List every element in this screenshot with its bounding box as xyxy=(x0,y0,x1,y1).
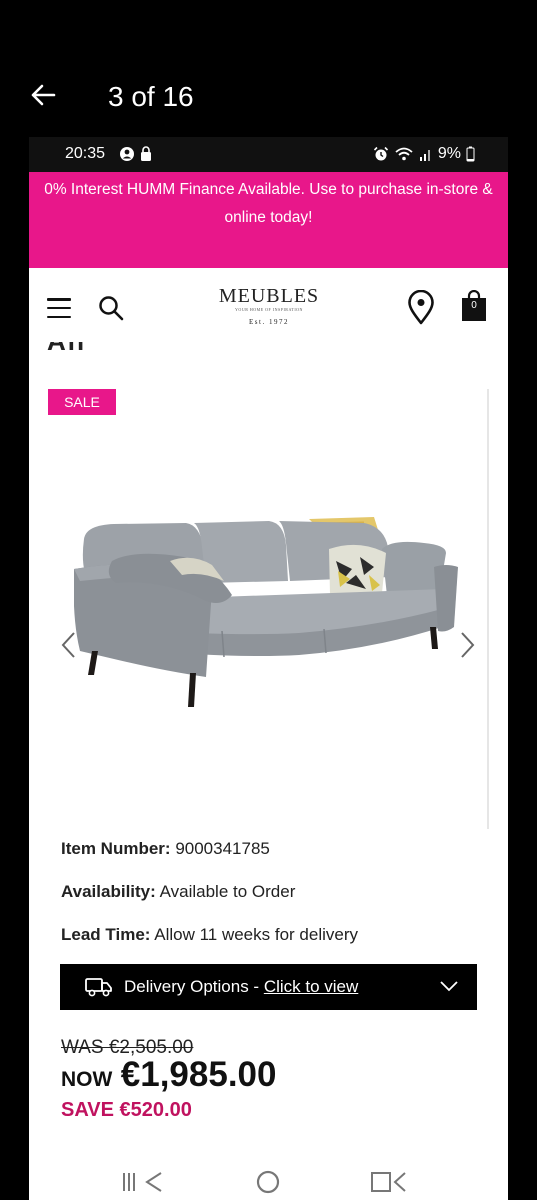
now-price-row: NOW €1,985.00 xyxy=(61,1055,277,1095)
wifi-icon xyxy=(395,147,413,161)
gallery-divider xyxy=(487,389,489,829)
shopping-bag-icon[interactable]: 0 xyxy=(461,289,487,322)
sale-badge: SALE xyxy=(48,389,116,415)
product-details: Item Number: 9000341785 Availability: Av… xyxy=(61,837,358,966)
brand-logo[interactable]: MEUBLES YOUR HOME OF INSPIRATION Est. 19… xyxy=(214,285,324,326)
home-icon[interactable] xyxy=(254,1169,282,1197)
cart-count: 0 xyxy=(471,300,477,311)
delivery-click-to-view-link[interactable]: Click to view xyxy=(264,977,358,996)
site-header: MEUBLES YOUR HOME OF INSPIRATION Est. 19… xyxy=(29,268,508,348)
signal-icon xyxy=(419,150,430,161)
chevron-down-icon[interactable] xyxy=(439,978,459,994)
battery-icon xyxy=(466,146,475,162)
phone-screen: 20:35 9% 0% Interest HUMM Finance Availa… xyxy=(29,137,508,1200)
product-title-partial: All Fabrics xyxy=(47,342,197,356)
detail-row-lead-time: Lead Time: Allow 11 weeks for delivery xyxy=(61,925,359,944)
menu-icon[interactable] xyxy=(47,298,71,318)
lock-icon xyxy=(141,146,151,161)
arrow-left-icon[interactable] xyxy=(28,80,58,110)
delivery-options-label: Delivery Options - xyxy=(124,977,264,996)
status-bar: 20:35 9% xyxy=(29,137,508,172)
promo-banner[interactable]: 0% Interest HUMM Finance Available. Use … xyxy=(29,172,508,268)
viewer-top-bar: 3 of 16 xyxy=(0,0,537,137)
now-label: NOW xyxy=(61,1068,113,1091)
recent-apps-icon[interactable] xyxy=(121,1169,165,1195)
detail-row-availability: Availability: Available to Order xyxy=(61,882,296,901)
truck-icon xyxy=(85,978,112,997)
logo-name: MEUBLES xyxy=(218,285,320,307)
detail-row-item-number: Item Number: 9000341785 xyxy=(61,839,270,858)
location-pin-icon[interactable] xyxy=(406,290,436,326)
alarm-icon xyxy=(373,146,388,161)
product-image[interactable] xyxy=(74,509,464,739)
delivery-options-button[interactable]: Delivery Options - Click to view xyxy=(60,964,477,1010)
back-icon[interactable] xyxy=(369,1169,409,1195)
logo-tagline: YOUR HOME OF INSPIRATION xyxy=(235,307,303,312)
system-nav-bar xyxy=(29,1147,508,1200)
save-amount: SAVE €520.00 xyxy=(61,1099,192,1121)
now-price: €1,985.00 xyxy=(120,1055,277,1094)
account-icon xyxy=(120,147,134,161)
logo-est: Est. 1972 xyxy=(249,318,289,326)
search-icon[interactable] xyxy=(97,294,125,322)
battery-percent: 9% xyxy=(437,145,461,162)
status-time: 20:35 xyxy=(65,145,106,162)
page-counter: 3 of 16 xyxy=(108,81,194,112)
